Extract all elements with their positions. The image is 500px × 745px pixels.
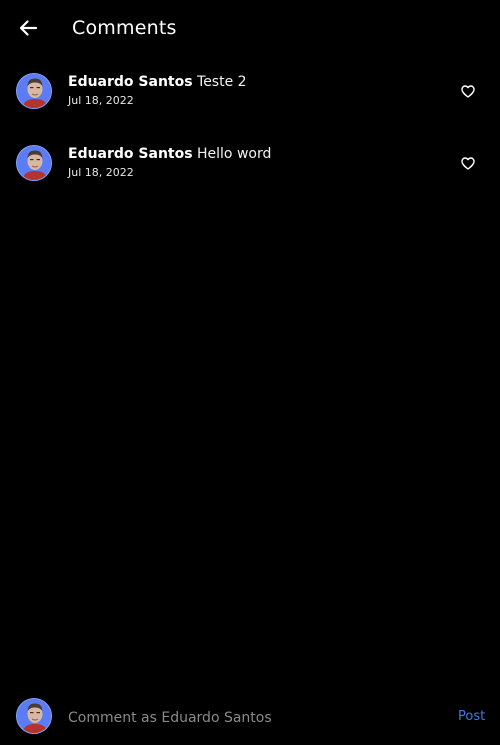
comment-list: Eduardo Santos Teste 2 Jul 18, 2022 Edua… xyxy=(0,64,500,208)
comment-body: Hello word xyxy=(197,146,272,162)
comment-date: Jul 18, 2022 xyxy=(68,94,134,107)
heart-outline-icon xyxy=(461,156,475,170)
post-button[interactable]: Post xyxy=(458,709,485,724)
comment-username[interactable]: Eduardo Santos xyxy=(68,74,193,90)
like-button[interactable] xyxy=(458,153,478,173)
comment-text: Eduardo Santos Hello word xyxy=(68,145,271,163)
avatar xyxy=(16,698,52,734)
avatar[interactable] xyxy=(16,145,52,181)
comment-input[interactable] xyxy=(68,706,438,730)
comment-item: Eduardo Santos Teste 2 Jul 18, 2022 xyxy=(0,64,500,136)
comment-username[interactable]: Eduardo Santos xyxy=(68,146,193,162)
arrow-left-icon xyxy=(19,20,38,36)
like-button[interactable] xyxy=(458,81,478,101)
heart-outline-icon xyxy=(461,84,475,98)
comment-body: Teste 2 xyxy=(197,74,247,90)
comment-item: Eduardo Santos Hello word Jul 18, 2022 xyxy=(0,136,500,208)
avatar[interactable] xyxy=(16,73,52,109)
user-photo-icon xyxy=(17,699,51,733)
user-photo-icon xyxy=(17,74,51,108)
comment-date: Jul 18, 2022 xyxy=(68,166,134,179)
page-title: Comments xyxy=(72,17,177,39)
comment-composer: Post xyxy=(0,692,500,745)
comment-text: Eduardo Santos Teste 2 xyxy=(68,73,247,91)
user-photo-icon xyxy=(17,146,51,180)
back-button[interactable] xyxy=(14,14,42,42)
top-bar: Comments xyxy=(0,0,500,58)
